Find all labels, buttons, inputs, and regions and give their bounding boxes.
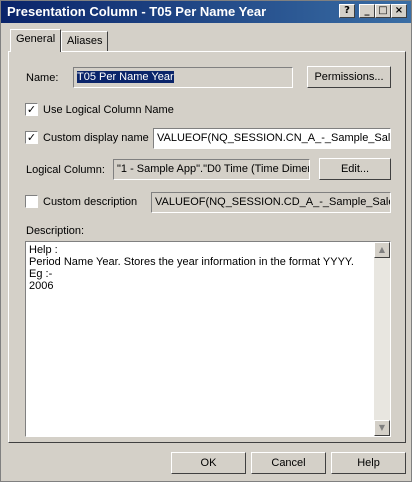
description-scrollbar[interactable]: ▲ ▼ (374, 242, 390, 436)
logical-column-label: Logical Column: (26, 164, 105, 176)
scroll-up-icon[interactable]: ▲ (374, 242, 390, 258)
help-title-button[interactable]: ? (339, 4, 355, 18)
dialog-window: Presentation Column - T05 Per Name Year … (0, 0, 412, 482)
custom-display-name-label: Custom display name (43, 132, 149, 144)
scroll-down-icon[interactable]: ▼ (374, 420, 390, 436)
custom-description-checkbox[interactable] (25, 195, 38, 208)
use-logical-name-checkbox[interactable]: ✓ (25, 103, 38, 116)
tab-general[interactable]: General (10, 29, 62, 52)
close-button[interactable]: × (391, 4, 407, 18)
custom-display-name-checkbox[interactable]: ✓ (25, 131, 38, 144)
tab-aliases[interactable]: Aliases (61, 31, 109, 51)
name-value: T05 Per Name Year (77, 71, 174, 83)
custom-description-label: Custom description (43, 196, 138, 208)
description-label: Description: (26, 225, 85, 237)
cancel-button[interactable]: Cancel (251, 452, 326, 474)
name-label: Name: (26, 72, 59, 84)
maximize-button[interactable]: □ (375, 4, 391, 18)
logical-column-field: "1 - Sample App"."D0 Time (Time Dimen (113, 159, 310, 180)
name-field[interactable]: T05 Per Name Year (73, 67, 293, 88)
title-bar[interactable]: Presentation Column - T05 Per Name Year … (1, 1, 411, 23)
custom-display-name-input[interactable]: VALUEOF(NQ_SESSION.CN_A_-_Sample_Sale (153, 128, 391, 149)
custom-description-field: VALUEOF(NQ_SESSION.CD_A_-_Sample_Sales (151, 192, 391, 213)
description-textarea[interactable]: Help : Period Name Year. Stores the year… (25, 241, 391, 437)
ok-button[interactable]: OK (171, 452, 246, 474)
permissions-button[interactable]: Permissions... (307, 66, 391, 88)
help-button[interactable]: Help (331, 452, 406, 474)
edit-button[interactable]: Edit... (319, 158, 391, 180)
window-title: Presentation Column - T05 Per Name Year (7, 4, 267, 19)
minimize-button[interactable]: _ (359, 4, 375, 18)
use-logical-name-label: Use Logical Column Name (43, 104, 174, 116)
description-text: Help : Period Name Year. Stores the year… (29, 244, 354, 292)
